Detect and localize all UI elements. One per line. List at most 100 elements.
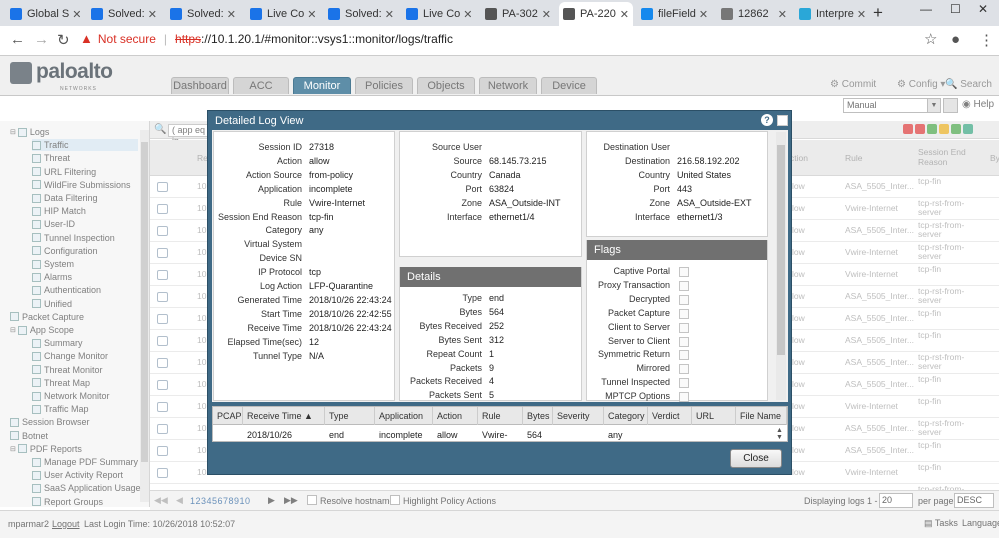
flag-checkbox[interactable] (679, 392, 689, 403)
commit-link[interactable]: ⚙ Commit (830, 79, 876, 90)
nav-tab-network[interactable]: Network (479, 77, 537, 94)
field-label: Country (450, 169, 482, 180)
flag-checkbox[interactable] (679, 267, 689, 277)
address-bar: ← → ↻ ▲ Not secure | https ://10.1.20.1/… (0, 26, 999, 56)
dialog-scroll-thumb[interactable] (777, 145, 785, 355)
forward-icon[interactable]: → (34, 31, 49, 48)
field-value: Canada (489, 169, 521, 180)
help-icon[interactable]: ? (761, 114, 773, 126)
back-icon[interactable]: ← (10, 31, 25, 48)
bookmark-star-icon[interactable]: ☆ (924, 30, 937, 48)
flag-checkbox[interactable] (679, 308, 689, 319)
field-label: Action Source (245, 169, 302, 180)
browser-tab[interactable]: PA-302 ✕ (481, 2, 555, 26)
nav-tab-dashboard[interactable]: Dashboard (171, 77, 229, 94)
browser-menu-icon[interactable]: ⋮ (979, 31, 994, 49)
tab-title: Solved: (108, 8, 145, 20)
col-category[interactable]: Category (604, 407, 648, 425)
field-value: N/A (309, 350, 325, 361)
field-label: Zone (649, 197, 670, 208)
minimize-icon[interactable]: — (920, 2, 932, 16)
nav-tab-acc[interactable]: ACC (233, 77, 289, 94)
col-type[interactable]: Type (325, 407, 375, 425)
flags-header: Flags (587, 240, 767, 260)
tab-close-icon[interactable]: ✕ (696, 8, 708, 21)
nav-tab-policies[interactable]: Policies (355, 77, 413, 94)
flag-checkbox[interactable] (679, 322, 689, 333)
browser-tab[interactable]: Interpre ✕ (795, 2, 869, 26)
flag-checkbox[interactable] (679, 364, 689, 375)
tab-close-icon[interactable]: ✕ (224, 8, 236, 21)
nav-tab-objects[interactable]: Objects (417, 77, 475, 94)
close-button[interactable]: Close (730, 449, 782, 468)
flag-checkbox[interactable] (679, 280, 689, 291)
tab-close-icon[interactable]: ✕ (617, 8, 629, 21)
nav-tab-device[interactable]: Device (541, 77, 597, 94)
tab-title: Solved: (345, 8, 382, 20)
profile-icon[interactable]: ● (951, 31, 960, 48)
url-path: ://10.1.20.1/#monitor::vsys1::monitor/lo… (201, 31, 453, 46)
config-link[interactable]: ⚙ Config ▾ (897, 79, 945, 90)
col-action[interactable]: Action (433, 407, 478, 425)
reload-icon[interactable]: ↻ (57, 31, 70, 49)
browser-tab[interactable]: 12862 ✕ (717, 2, 791, 26)
flag-checkbox[interactable] (679, 350, 689, 361)
tab-close-icon[interactable]: ✕ (69, 8, 80, 21)
browser-tab[interactable]: Live Co ✕ (402, 2, 476, 26)
col-rule[interactable]: Rule (478, 407, 523, 425)
field-value: 2018/10/26 22:43:24 (309, 294, 392, 305)
row-bytes: 564 (527, 430, 543, 440)
flag-checkbox[interactable] (679, 336, 689, 347)
col-receive-time[interactable]: Receive Time ▲ (243, 407, 325, 425)
flag-checkbox[interactable] (679, 378, 689, 389)
col-pcap[interactable]: PCAP (213, 407, 243, 425)
col-url[interactable]: URL (692, 407, 736, 425)
search-label: Search (960, 79, 992, 90)
tab-close-icon[interactable]: ✕ (304, 8, 316, 21)
flag-checkbox[interactable] (679, 294, 689, 305)
field-label: Category (265, 225, 302, 236)
flag-label: Packet Capture (607, 307, 670, 318)
row-application: incomplete (379, 430, 423, 440)
col-verdict[interactable]: Verdict (648, 407, 692, 425)
col-file-name[interactable]: File Name (736, 407, 787, 425)
field-label: Device SN (259, 253, 302, 264)
maximize-icon[interactable]: ☐ (950, 2, 961, 16)
field-label: Action (276, 155, 302, 166)
tab-close-icon[interactable]: ✕ (382, 8, 394, 21)
browser-tab[interactable]: Live Co ✕ (246, 2, 320, 26)
flag-label: MPTCP Options (605, 391, 670, 402)
field-value: 9 (489, 362, 495, 373)
field-label: Source User (431, 142, 482, 152)
field-label: Receive Time (247, 322, 302, 333)
col-application[interactable]: Application (375, 407, 433, 425)
tab-close-icon[interactable]: ✕ (145, 8, 157, 21)
browser-tab[interactable]: Solved: ✕ (87, 2, 161, 26)
tab-favicon-icon (485, 8, 497, 20)
search-link[interactable]: 🔍 Search (945, 79, 992, 90)
dialog-title: Detailed Log View (215, 115, 304, 127)
url-field[interactable]: ▲ Not secure | https ://10.1.20.1/#monit… (80, 31, 453, 46)
close-window-icon[interactable]: ✕ (978, 2, 988, 16)
field-value: 1 (489, 348, 495, 359)
browser-tab[interactable]: Solved: ✕ (166, 2, 240, 26)
new-tab-button[interactable]: + (873, 3, 883, 23)
field-label: Bytes (459, 306, 482, 317)
field-value: ASA_Outside-EXT (677, 197, 752, 208)
browser-tab[interactable]: PA-220 ✕ (559, 2, 633, 26)
browser-tab[interactable]: fileField ✕ (637, 2, 711, 26)
col-bytes[interactable]: Bytes (523, 407, 553, 425)
tab-close-icon[interactable]: ✕ (854, 8, 866, 21)
browser-tab[interactable]: Solved: ✕ (324, 2, 398, 26)
tab-close-icon[interactable]: ✕ (539, 8, 551, 21)
tab-favicon-icon (563, 8, 575, 20)
col-severity[interactable]: Severity (553, 407, 604, 425)
tab-close-icon[interactable]: ✕ (460, 8, 472, 21)
row-category: any (608, 430, 623, 440)
field-value: 63824 (489, 183, 515, 194)
maximize-dialog-icon[interactable] (777, 115, 788, 126)
browser-tab[interactable]: Global S ✕ (6, 2, 80, 26)
table-scroll-arrows[interactable]: ▲ ▼ (776, 427, 783, 441)
tab-close-icon[interactable]: ✕ (775, 8, 787, 21)
nav-tab-monitor[interactable]: Monitor (293, 77, 351, 94)
